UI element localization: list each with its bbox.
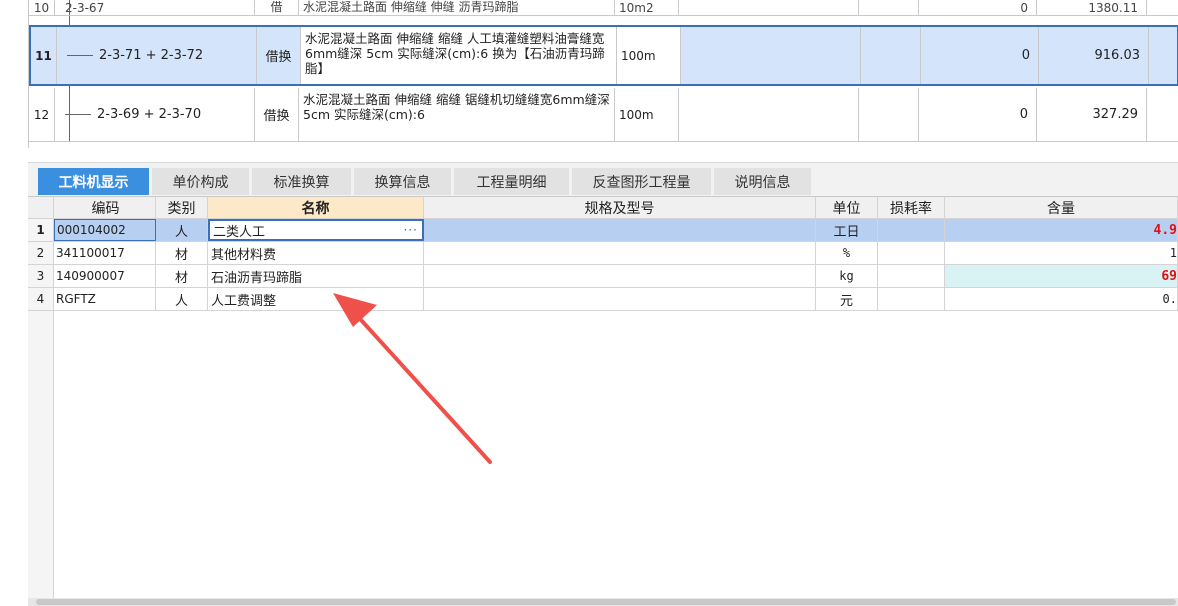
row-loss-rate[interactable] — [878, 242, 945, 264]
tab-description-info[interactable]: 说明信息 — [714, 168, 812, 195]
table-row-selected[interactable]: 1 000104002 人 二类人工 ··· 工日 4.9 — [28, 219, 1178, 242]
ellipsis-icon[interactable]: ··· — [404, 223, 418, 237]
row-type[interactable]: 材 — [156, 265, 208, 287]
row-unit: 10m2 — [615, 0, 679, 15]
row-spec[interactable] — [424, 288, 816, 310]
row-unit[interactable]: % — [816, 242, 878, 264]
row-price: 1380.11 — [1037, 0, 1147, 15]
row-name[interactable]: 水泥混凝土路面 伸缩缝 缩缝 锯缝机切缝缝宽6mm缝深 5cm 实际缝深(cm)… — [299, 88, 615, 141]
row-name: 水泥混凝土路面 伸缩缝 伸缝 沥青玛蹄脂 — [299, 0, 615, 15]
row-spec[interactable] — [424, 219, 816, 241]
row-number: 1 — [28, 219, 54, 241]
row-unit[interactable]: 元 — [816, 288, 878, 310]
table-row[interactable]: 2 341100017 材 其他材料费 % 1 — [28, 242, 1178, 265]
tab-quantity-details[interactable]: 工程量明细 — [454, 168, 570, 195]
table-row-selected[interactable]: 11 2-3-71 + 2-3-72 借换 水泥混凝土路面 伸缩缝 缩缝 人工填… — [29, 25, 1178, 86]
row-code: 2-3-71 + 2-3-72 — [99, 48, 204, 63]
header-loss-rate[interactable]: 损耗率 — [878, 197, 945, 218]
row-name[interactable]: 其他材料费 — [208, 242, 424, 264]
row-unit[interactable]: kg — [816, 265, 878, 287]
table-row[interactable]: 12 2-3-69 + 2-3-70 借换 水泥混凝土路面 伸缩缝 缩缝 锯缝机… — [29, 88, 1178, 142]
upper-grid: 10 2-3-67 借 水泥混凝土路面 伸缩缝 伸缝 沥青玛蹄脂 10m2 0 … — [28, 0, 1178, 148]
tab-graphic-quantity-lookup[interactable]: 反查图形工程量 — [572, 168, 712, 195]
row-number: 2 — [28, 242, 54, 264]
row-content[interactable]: 69 — [945, 265, 1178, 287]
row-code-cell: 2-3-71 + 2-3-72 — [57, 27, 257, 84]
row-empty-cell — [681, 27, 861, 84]
table-row[interactable]: 3 140900007 材 石油沥青玛蹄脂 kg 69 — [28, 265, 1178, 288]
row-unit: 100m — [617, 27, 681, 84]
header-unit[interactable]: 单位 — [816, 197, 878, 218]
row-quantity: 0 — [919, 0, 1037, 15]
row-empty-cell — [679, 88, 859, 141]
row-type: 借 — [255, 0, 299, 15]
row-name[interactable]: 石油沥青玛蹄脂 — [208, 265, 424, 287]
row-code: 2-3-67 — [55, 0, 255, 15]
row-name[interactable]: 人工费调整 — [208, 288, 424, 310]
row-price: 916.03 — [1039, 27, 1149, 84]
table-row[interactable]: 4 RGFTZ 人 人工费调整 元 0. — [28, 288, 1178, 311]
row-loss-rate[interactable] — [878, 219, 945, 241]
header-name[interactable]: 名称 — [208, 197, 424, 218]
row-content[interactable]: 0. — [945, 288, 1178, 310]
header-spec[interactable]: 规格及型号 — [424, 197, 816, 218]
row-number: 12 — [29, 88, 55, 141]
row-number: 11 — [31, 27, 57, 84]
row-number: 10 — [29, 0, 55, 15]
tab-standard-conversion[interactable]: 标准换算 — [252, 168, 352, 195]
row-type: 借换 — [257, 27, 301, 84]
row-spec[interactable] — [424, 265, 816, 287]
row-name[interactable]: 水泥混凝土路面 伸缩缝 缩缝 人工填灌缝塑料油膏缝宽6mm缝深 5cm 实际缝深… — [301, 27, 617, 84]
row-type: 借换 — [255, 88, 299, 141]
row-code-cell: 2-3-69 + 2-3-70 — [55, 88, 255, 141]
row-empty-cell — [859, 0, 919, 15]
row-content[interactable]: 4.9 — [945, 219, 1178, 241]
row-unit: 100m — [615, 88, 679, 141]
scrollbar-thumb[interactable] — [36, 599, 1176, 605]
row-price: 327.29 — [1037, 88, 1147, 141]
row-code[interactable]: RGFTZ — [54, 288, 156, 310]
tab-labor-material-machine[interactable]: 工料机显示 — [38, 168, 150, 195]
horizontal-scrollbar[interactable] — [28, 598, 1178, 606]
row-number: 4 — [28, 288, 54, 310]
row-spec[interactable] — [424, 242, 816, 264]
row-code: 2-3-69 + 2-3-70 — [97, 107, 202, 122]
row-number: 3 — [28, 265, 54, 287]
row-quantity: 0 — [919, 88, 1037, 141]
header-code[interactable]: 编码 — [54, 197, 156, 218]
tree-branch-line — [65, 114, 91, 115]
row-code[interactable]: 341100017 — [54, 242, 156, 264]
tab-conversion-info[interactable]: 换算信息 — [354, 168, 452, 195]
tree-branch-line — [67, 55, 93, 56]
row-loss-rate[interactable] — [878, 265, 945, 287]
row-code[interactable]: 000104002 — [54, 219, 156, 241]
row-name[interactable]: 二类人工 — [213, 221, 265, 240]
resource-grid: 编码 类别 名称 规格及型号 单位 损耗率 含量 1 000104002 人 二… — [28, 196, 1178, 600]
table-row[interactable]: 10 2-3-67 借 水泥混凝土路面 伸缩缝 伸缝 沥青玛蹄脂 10m2 0 … — [29, 0, 1178, 16]
row-type[interactable]: 材 — [156, 242, 208, 264]
detail-tab-bar: 工料机显示 单价构成 标准换算 换算信息 工程量明细 反查图形工程量 说明信息 — [28, 162, 1178, 196]
row-content[interactable]: 1 — [945, 242, 1178, 264]
row-loss-rate[interactable] — [878, 288, 945, 310]
row-type[interactable]: 人 — [156, 288, 208, 310]
row-name-editor[interactable]: 二类人工 ··· — [208, 219, 424, 241]
grid-header: 编码 类别 名称 规格及型号 单位 损耗率 含量 — [28, 196, 1178, 219]
row-empty-cell — [679, 0, 859, 15]
header-type[interactable]: 类别 — [156, 197, 208, 218]
header-corner — [28, 197, 54, 218]
row-empty-cell — [861, 27, 921, 84]
tab-unit-price-composition[interactable]: 单价构成 — [152, 168, 250, 195]
row-unit[interactable]: 工日 — [816, 219, 878, 241]
row-code[interactable]: 140900007 — [54, 265, 156, 287]
row-empty-cell — [859, 88, 919, 141]
row-quantity: 0 — [921, 27, 1039, 84]
row-type[interactable]: 人 — [156, 219, 208, 241]
header-content[interactable]: 含量 — [945, 197, 1178, 218]
